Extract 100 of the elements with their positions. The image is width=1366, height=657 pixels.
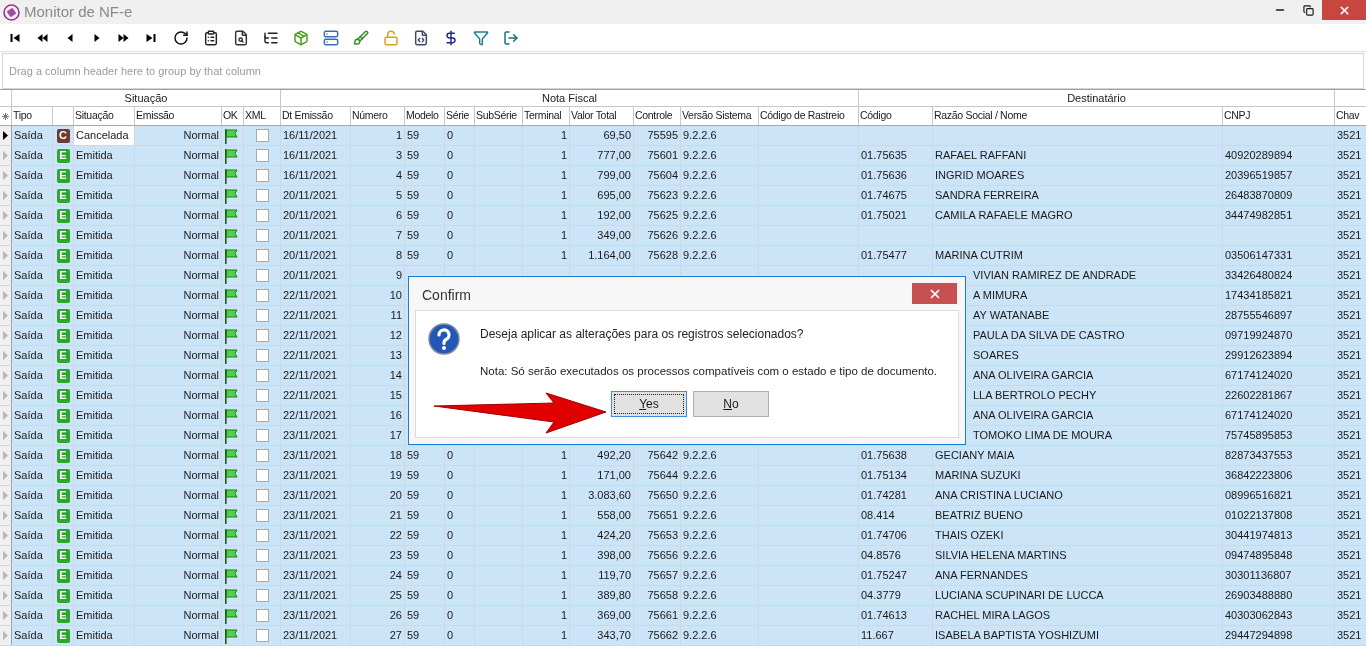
table-cell-text: 0 <box>447 168 454 184</box>
table-cell-text: 59 <box>407 628 420 644</box>
table-cell-text: Normal <box>183 148 219 164</box>
table-cell-text: 01.75635 <box>861 148 907 164</box>
table-cell-text: 1 <box>560 188 567 204</box>
table-cell-text: 12 <box>389 328 402 344</box>
table-cell: Emitida <box>74 406 135 425</box>
table-cell-text: Saída <box>14 348 43 364</box>
table-cell-text: 34474982851 <box>1225 208 1293 224</box>
table-cell-text: 3521 <box>1337 508 1362 524</box>
table-cell-text: 20396519857 <box>1225 168 1293 184</box>
table-cell-text: Normal <box>183 508 219 524</box>
table-cell-text: Normal <box>183 608 219 624</box>
table-cell-text: 1 <box>560 248 567 264</box>
table-cell-text: 75642 <box>647 448 678 464</box>
table-cell-text: Saída <box>14 328 43 344</box>
table-cell: Emitida <box>74 486 135 505</box>
table-cell-text: Normal <box>183 448 219 464</box>
table-cell: Emitida <box>74 266 135 285</box>
table-cell-text: Saída <box>14 268 43 284</box>
table-cell-text: 3521 <box>1337 408 1362 424</box>
table-cell-text: 9.2.2.6 <box>683 148 717 164</box>
table-cell-text: Saída <box>14 488 43 504</box>
table-cell-text: 27 <box>389 628 402 644</box>
table-cell-text: 59 <box>407 148 420 164</box>
table-cell-text: 0 <box>447 548 454 564</box>
table-cell-text: 01.74675 <box>861 188 907 204</box>
table-cell-text: GECIANY MAIA <box>935 448 1015 464</box>
table-cell-text: 75625 <box>647 208 678 224</box>
table-cell-text: 1 <box>560 508 567 524</box>
table-cell-text: 0 <box>447 448 454 464</box>
table-cell-text: 01.75477 <box>861 248 907 264</box>
table-cell-text: Normal <box>183 408 219 424</box>
table-cell-text: 0 <box>447 128 454 144</box>
table-cell-text: 75661 <box>647 608 678 624</box>
group-by-hint: Drag a column header here to group by that column <box>9 63 261 79</box>
table-cell-text: ANA FERNANDES <box>935 568 1028 584</box>
table-cell-text: 08.414 <box>861 508 895 524</box>
table-cell-text: 0 <box>447 208 454 224</box>
table-cell-text: 01.75636 <box>861 168 907 184</box>
table-cell-text: Normal <box>183 568 219 584</box>
table-cell-text: 01.75021 <box>861 208 907 224</box>
table-cell-text: A MIMURA <box>973 288 1028 304</box>
status-badge: E <box>56 188 70 203</box>
table-cell-text: 01.74281 <box>861 488 907 504</box>
table-cell-text: 29912623894 <box>1225 348 1293 364</box>
table-cell-text: 01022137808 <box>1225 508 1293 524</box>
table-cell-text: 59 <box>407 468 420 484</box>
table-cell-text: 3521 <box>1337 268 1362 284</box>
table-cell-text: 22602281867 <box>1225 388 1293 404</box>
table-cell-text: 0 <box>447 588 454 604</box>
table-cell-text: 0 <box>447 488 454 504</box>
table-cell-text: 13 <box>389 348 402 364</box>
table-cell-text: CAMILA RAFAELE MAGRO <box>935 208 1073 224</box>
table-cell-text: 3521 <box>1337 628 1362 644</box>
table-cell-text: 75658 <box>647 588 678 604</box>
table-cell-text: 59 <box>407 188 420 204</box>
table-cell-text: Saída <box>14 428 43 444</box>
table-cell-text: 59 <box>407 228 420 244</box>
table-cell-text: 11 <box>390 308 402 324</box>
table-cell-text: 14 <box>389 368 402 384</box>
table-cell-text: 01.75134 <box>861 468 907 484</box>
table-cell-text: 171,00 <box>597 468 631 484</box>
table-cell-text: 22/11/2021 <box>283 408 338 424</box>
table-cell-text: 3521 <box>1337 148 1362 164</box>
table-cell-text: 9.2.2.6 <box>683 168 717 184</box>
table-cell: Emitida <box>74 286 135 305</box>
column-group-header: Situação <box>12 90 281 106</box>
table-cell-text: Normal <box>183 228 219 244</box>
table-cell-text: 23 <box>389 548 402 564</box>
status-badge: E <box>56 568 70 583</box>
table-cell-text: Saída <box>14 548 43 564</box>
table-cell-text: Saída <box>14 588 43 604</box>
table-cell-text: MARINA SUZUKI <box>935 468 1021 484</box>
table-cell-text: Saída <box>14 128 43 144</box>
table-cell-text: 82873437553 <box>1225 448 1293 464</box>
table-cell: Emitida <box>74 386 135 405</box>
table-cell-text: 04.3779 <box>861 588 901 604</box>
table-cell-text: Saída <box>14 468 43 484</box>
table-cell: Emitida <box>74 466 135 485</box>
table-cell-text: Normal <box>183 128 219 144</box>
table-cell-text: 1 <box>560 488 567 504</box>
table-cell-text: 59 <box>407 608 420 624</box>
table-cell-text: 21 <box>389 508 402 524</box>
table-cell-text: 30301136807 <box>1225 568 1292 584</box>
dialog-note: Nota: Só serão executados os processos compatíveis com o estado e tipo de documento. <box>480 364 938 379</box>
table-cell-text: SANDRA FERREIRA <box>935 188 1039 204</box>
table-cell-text: Normal <box>183 288 219 304</box>
table-cell-text: 09719924870 <box>1225 328 1293 344</box>
table-cell-text: 349,00 <box>597 228 631 244</box>
table-cell-text: AY WATANABE <box>973 308 1050 324</box>
table-cell-text: Saída <box>14 388 43 404</box>
table-cell-text: 23/11/2021 <box>283 448 338 464</box>
table-cell-text: BEATRIZ BUENO <box>935 508 1023 524</box>
table-cell-text: 22/11/2021 <box>283 368 338 384</box>
status-badge: E <box>56 428 70 443</box>
table-cell: Emitida <box>74 346 135 365</box>
status-badge: E <box>56 248 70 263</box>
status-badge: C <box>56 128 70 143</box>
status-badge: E <box>56 608 70 623</box>
